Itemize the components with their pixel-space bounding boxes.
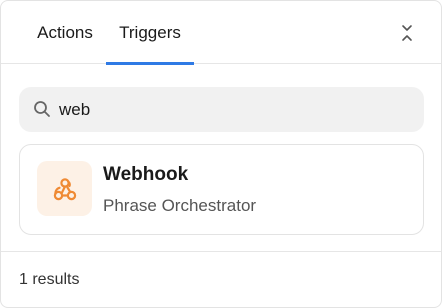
webhook-icon	[53, 177, 76, 200]
search-input[interactable]	[59, 87, 409, 132]
trigger-picker-panel: Actions Triggers web Webhook Phrase Orch…	[0, 0, 442, 308]
search-icon	[34, 101, 50, 117]
result-item-webhook[interactable]: Webhook Phrase Orchestrator	[19, 144, 424, 235]
result-title: Webhook	[103, 164, 189, 185]
tab-bar: Actions Triggers	[1, 1, 441, 65]
tab-triggers[interactable]: Triggers	[106, 1, 194, 65]
result-subtitle: Phrase Orchestrator	[103, 196, 257, 215]
tab-actions-label: Actions	[37, 22, 93, 42]
results-count: 1 results	[19, 271, 80, 288]
tab-actions[interactable]: Actions	[23, 1, 107, 64]
results-footer: 1 results	[1, 251, 441, 307]
collapse-button[interactable]	[397, 22, 417, 44]
chevrons-collapse-icon	[402, 25, 412, 41]
active-tab-indicator	[106, 62, 194, 65]
result-icon-container	[37, 161, 92, 216]
tab-triggers-label: Triggers	[119, 22, 181, 42]
search-box	[19, 87, 424, 132]
